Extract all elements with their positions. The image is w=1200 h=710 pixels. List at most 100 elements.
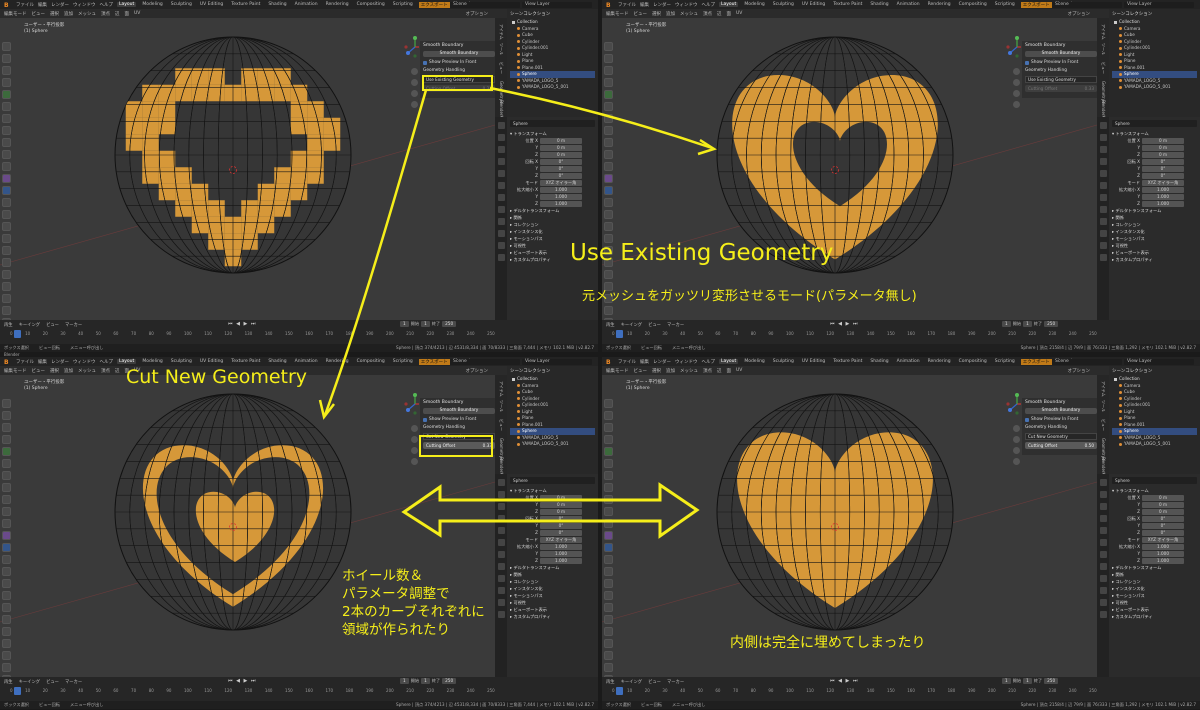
- options-button[interactable]: オプション: [466, 11, 489, 17]
- camera-icon[interactable]: [1013, 447, 1020, 454]
- properties-tab-icon[interactable]: [1099, 491, 1107, 498]
- timeline-menu-item[interactable]: ビュー: [46, 322, 59, 328]
- properties-tab-icon[interactable]: [1099, 599, 1107, 606]
- blender-logo-icon[interactable]: B: [4, 2, 12, 9]
- cutting-offset-field[interactable]: Cutting Offset 0.33: [423, 442, 495, 449]
- tool-icon[interactable]: [2, 294, 11, 303]
- transform-section[interactable]: ▾ トランスフォーム: [1112, 487, 1197, 494]
- transform-section[interactable]: ▾ トランスフォーム: [1112, 130, 1197, 137]
- tool-icon[interactable]: [2, 627, 11, 636]
- header-menu-item[interactable]: 追加: [64, 368, 73, 374]
- geometry-handling-select[interactable]: Use Existing Geometry: [1025, 76, 1097, 83]
- properties-section[interactable]: ▸ 可視性: [510, 599, 595, 606]
- hand-icon[interactable]: [1013, 79, 1020, 86]
- properties-tab-icon[interactable]: [497, 551, 505, 558]
- tool-icon[interactable]: [2, 186, 11, 195]
- properties-tab-icon[interactable]: [497, 527, 505, 534]
- timeline-ruler[interactable]: 0 10 20 30 40 50 60 70 80 90 100 110 120 130 140 150 160…: [10, 688, 495, 695]
- sidebar-tab[interactable]: ツール: [498, 400, 504, 412]
- tool-icon[interactable]: [2, 423, 11, 432]
- properties-section[interactable]: ▸ 関係: [1112, 571, 1197, 578]
- current-frame-field[interactable]: 1: [400, 678, 409, 684]
- field-value[interactable]: 1.000: [1142, 193, 1184, 200]
- mode-selector[interactable]: 編集モード: [606, 368, 629, 374]
- tool-icon[interactable]: [604, 423, 613, 432]
- tool-icon[interactable]: [604, 114, 613, 123]
- properties-tab-icon[interactable]: [497, 515, 505, 522]
- tool-icon[interactable]: [2, 234, 11, 243]
- field-value[interactable]: 0°: [1142, 165, 1184, 172]
- header-menu-item[interactable]: 選択: [50, 368, 59, 374]
- tool-icon[interactable]: [2, 579, 11, 588]
- field-value[interactable]: 1.000: [1142, 186, 1184, 193]
- playback-controls-icon[interactable]: ⏮ ◀ ▶ ⏭: [830, 321, 858, 327]
- timeline-menu-item[interactable]: マーカー: [65, 322, 82, 328]
- field-value[interactable]: 0 m: [540, 137, 582, 144]
- field-value[interactable]: 0 m: [540, 494, 582, 501]
- menu-item[interactable]: 編集: [640, 359, 649, 365]
- timeline-menu-item[interactable]: キーイング: [621, 679, 642, 685]
- tool-icon[interactable]: [604, 459, 613, 468]
- sidebar-tab[interactable]: ビュー: [1100, 62, 1106, 74]
- properties-tab-icon[interactable]: [1099, 551, 1107, 558]
- tool-icon[interactable]: [2, 246, 11, 255]
- properties-tab-icon[interactable]: [497, 242, 505, 249]
- workspace-tab[interactable]: Rendering: [324, 359, 351, 364]
- menu-item[interactable]: 編集: [38, 359, 47, 365]
- menu-item[interactable]: ウィンドウ: [675, 359, 698, 365]
- menu-item[interactable]: 編集: [38, 2, 47, 8]
- tool-icon[interactable]: [604, 150, 613, 159]
- sidebar-tab[interactable]: ビュー: [1100, 419, 1106, 431]
- tool-icon[interactable]: [604, 210, 613, 219]
- blender-logo-icon[interactable]: B: [606, 2, 614, 9]
- timeline-menu-item[interactable]: ビュー: [648, 679, 661, 685]
- timeline-menu-item[interactable]: キーイング: [621, 322, 642, 328]
- properties-tab-icon[interactable]: [1099, 182, 1107, 189]
- timeline-menu-item[interactable]: ビュー: [648, 322, 661, 328]
- header-menu-item[interactable]: UV: [134, 11, 140, 16]
- menu-item[interactable]: レンダー: [51, 359, 69, 365]
- properties-tab-icon[interactable]: [1099, 158, 1107, 165]
- header-menu-item[interactable]: 頂点: [703, 368, 712, 374]
- zoom-icon[interactable]: [411, 68, 418, 75]
- properties-tab-icon[interactable]: [1099, 206, 1107, 213]
- field-value[interactable]: 0 m: [1142, 137, 1184, 144]
- properties-tab-icon[interactable]: [1099, 242, 1107, 249]
- workspace-tab[interactable]: Animation: [895, 2, 922, 7]
- field-value[interactable]: 0 m: [1142, 501, 1184, 508]
- tool-icon[interactable]: [2, 663, 11, 672]
- workspace-tab[interactable]: Texture Paint: [831, 359, 864, 364]
- properties-tab-icon[interactable]: [1099, 575, 1107, 582]
- header-menu-item[interactable]: 辺: [717, 368, 722, 374]
- geometry-handling-select[interactable]: Cut New Geometry: [423, 433, 495, 440]
- tool-icon[interactable]: [604, 639, 613, 648]
- tool-icon[interactable]: [604, 507, 613, 516]
- properties-section[interactable]: ▸ コレクション: [1112, 578, 1197, 585]
- tool-icon[interactable]: [604, 78, 613, 87]
- properties-tab-icon[interactable]: [497, 194, 505, 201]
- timeline-menu-item[interactable]: マーカー: [667, 322, 684, 328]
- blender-logo-icon[interactable]: B: [4, 359, 12, 366]
- workspace-tab[interactable]: Layout: [719, 2, 739, 7]
- field-value[interactable]: 0 m: [1142, 151, 1184, 158]
- menu-item[interactable]: ファイル: [16, 2, 34, 8]
- properties-tab-icon[interactable]: [497, 563, 505, 570]
- sidebar-tab[interactable]: アイテム: [1100, 24, 1106, 40]
- sidebar-tab[interactable]: ビュー: [498, 419, 504, 431]
- outliner-item[interactable]: YAMADA_LOGO_5_001: [510, 441, 595, 448]
- end-frame-field[interactable]: 250: [442, 321, 457, 327]
- field-value[interactable]: 1.000: [540, 193, 582, 200]
- export-button[interactable]: エクスポート: [1020, 358, 1052, 365]
- workspace-tab[interactable]: Compositing: [957, 359, 989, 364]
- properties-section[interactable]: ▸ コレクション: [1112, 221, 1197, 228]
- field-value[interactable]: 0 m: [540, 151, 582, 158]
- object-name-field[interactable]: Sphere: [510, 120, 595, 127]
- camera-icon[interactable]: [1013, 90, 1020, 97]
- menu-item[interactable]: レンダー: [653, 2, 671, 8]
- timeline-menu-item[interactable]: マーカー: [667, 679, 684, 685]
- grid-icon[interactable]: [411, 101, 418, 108]
- tool-icon[interactable]: [2, 507, 11, 516]
- workspace-tab[interactable]: Texture Paint: [229, 359, 262, 364]
- field-value[interactable]: XYZ オイラー角: [540, 179, 582, 186]
- timeline-ruler[interactable]: 0 10 20 30 40 50 60 70 80 90 100 110 120 130 140 150 160…: [612, 688, 1097, 695]
